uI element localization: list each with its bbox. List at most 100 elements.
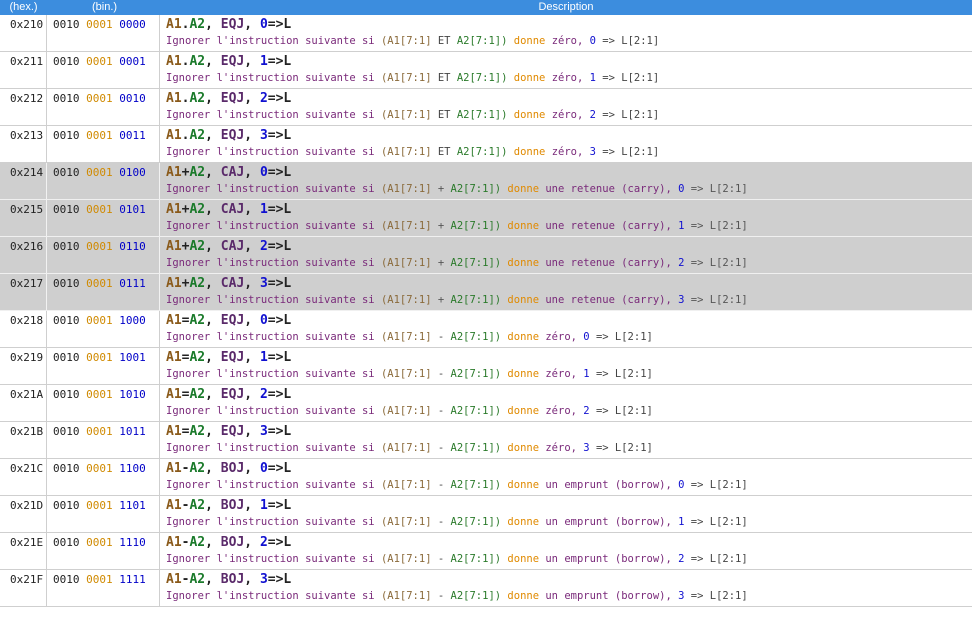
bin-group-low: 0011	[119, 129, 146, 142]
bin-code: 0010 0001 0000	[47, 15, 160, 51]
mnemonic-immediate: 1	[259, 54, 268, 69]
desc-rest: une retenue (carry),	[545, 220, 672, 232]
mnemonic-operand-a2: A2	[189, 387, 206, 402]
desc-a1: (A1[7:1]	[380, 516, 432, 528]
table-row: 0x214 0010 0001 0100 A1+A2, CAJ, 0=>L Ignor…	[0, 163, 972, 200]
mnemonic-immediate: 3	[259, 128, 268, 143]
bin-group-low: 0010	[119, 92, 146, 105]
mnemonic-opcode: EQJ	[220, 424, 245, 439]
description-text: Ignorer l'instruction suivante si (A1[7:…	[166, 552, 972, 567]
mnemonic: A1-A2, BOJ, 3=>L	[166, 572, 292, 587]
desc-a1: (A1[7:1]	[380, 331, 432, 343]
desc-a1: (A1[7:1]	[380, 257, 432, 269]
desc-keyword: donne	[513, 146, 546, 158]
table-row: 0x211 0010 0001 0001 A1.A2, EQJ, 1=>L Ignor…	[0, 52, 972, 89]
mnemonic-operand-a1: A1	[166, 276, 182, 291]
desc-number: 3	[678, 590, 685, 602]
bin-group-mid: 0001	[86, 462, 113, 475]
desc-number: 2	[583, 405, 590, 417]
desc-number: 2	[589, 109, 596, 121]
mnemonic-opcode: EQJ	[220, 350, 245, 365]
bin-group-mid: 0001	[86, 92, 113, 105]
mnemonic: A1+A2, CAJ, 3=>L	[166, 276, 292, 291]
description-text: Ignorer l'instruction suivante si (A1[7:…	[166, 515, 972, 530]
desc-a2: A2[7:1])	[450, 331, 502, 343]
desc-number: 2	[678, 257, 685, 269]
description-cell: A1+A2, CAJ, 0=>L Ignorer l'instruction su…	[160, 163, 972, 199]
bin-group-low: 1001	[119, 351, 146, 364]
mnemonic: A1+A2, CAJ, 0=>L	[166, 165, 292, 180]
bin-group-low: 0001	[119, 55, 146, 68]
description-cell: A1=A2, EQJ, 0=>L Ignorer l'instruction su…	[160, 311, 972, 347]
header-hex: (hex.)	[9, 1, 38, 13]
description-cell: A1+A2, CAJ, 3=>L Ignorer l'instruction su…	[160, 274, 972, 310]
table-row: 0x218 0010 0001 1000 A1=A2, EQJ, 0=>L Ignor…	[0, 311, 972, 348]
mnemonic-opcode: EQJ	[220, 313, 245, 328]
mnemonic-opcode: EQJ	[220, 54, 245, 69]
desc-a2: A2[7:1])	[450, 220, 502, 232]
mnemonic-operand-a1: A1	[166, 461, 182, 476]
desc-operator: -	[437, 405, 445, 417]
mnemonic-operand-a1: A1	[166, 202, 182, 217]
desc-prefix: Ignorer l'instruction suivante si	[166, 553, 375, 565]
desc-rest: une retenue (carry),	[545, 294, 672, 306]
mnemonic-operand-a2: A2	[189, 535, 206, 550]
desc-a1: (A1[7:1]	[380, 442, 432, 454]
bin-code: 0010 0001 1011	[47, 422, 160, 458]
desc-prefix: Ignorer l'instruction suivante si	[166, 72, 375, 84]
desc-prefix: Ignorer l'instruction suivante si	[166, 109, 375, 121]
mnemonic: A1=A2, EQJ, 3=>L	[166, 424, 292, 439]
mnemonic-immediate: 1	[259, 498, 268, 513]
bin-group-high: 0010	[53, 314, 80, 327]
desc-a2: A2[7:1])	[450, 294, 502, 306]
description-cell: A1-A2, BOJ, 0=>L Ignorer l'instruction su…	[160, 459, 972, 495]
desc-keyword: donne	[507, 553, 540, 565]
bin-group-high: 0010	[53, 388, 80, 401]
mnemonic-operand-a2: A2	[189, 498, 206, 513]
desc-tail: => L[2:1]	[690, 257, 748, 269]
desc-rest: zéro,	[545, 442, 577, 454]
desc-rest: une retenue (carry),	[545, 257, 672, 269]
desc-rest: zéro,	[551, 72, 584, 84]
bin-group-mid: 0001	[86, 240, 113, 253]
bin-group-low: 1011	[119, 425, 146, 438]
mnemonic-operand-a1: A1	[166, 350, 182, 365]
table-row: 0x216 0010 0001 0110 A1+A2, CAJ, 2=>L Ignor…	[0, 237, 972, 274]
table-row: 0x213 0010 0001 0011 A1.A2, EQJ, 3=>L Ignor…	[0, 126, 972, 163]
mnemonic-immediate: 3	[259, 276, 268, 291]
table-row: 0x21F 0010 0001 1111 A1-A2, BOJ, 3=>L Ignor…	[0, 570, 972, 607]
bin-group-high: 0010	[53, 129, 80, 142]
bin-group-high: 0010	[53, 462, 80, 475]
hex-code: 0x212	[0, 89, 47, 125]
desc-number: 3	[678, 294, 685, 306]
instruction-table: (hex.) (bin.) Description 0x210 0010 0001…	[0, 0, 972, 607]
desc-tail: => L[2:1]	[602, 109, 660, 121]
desc-operator: -	[437, 553, 445, 565]
bin-group-mid: 0001	[86, 388, 113, 401]
desc-rest: un emprunt (borrow),	[545, 590, 672, 602]
mnemonic-opcode: EQJ	[220, 128, 245, 143]
mnemonic-opcode: CAJ	[220, 165, 245, 180]
description-cell: A1-A2, BOJ, 1=>L Ignorer l'instruction su…	[160, 496, 972, 532]
desc-keyword: donne	[507, 220, 540, 232]
table-row: 0x21B 0010 0001 1011 A1=A2, EQJ, 3=>L Ignor…	[0, 422, 972, 459]
desc-operator: -	[437, 368, 445, 380]
desc-number: 0	[583, 331, 590, 343]
mnemonic-immediate: 2	[259, 535, 268, 550]
desc-prefix: Ignorer l'instruction suivante si	[166, 35, 375, 47]
bin-group-low: 1101	[119, 499, 146, 512]
description-cell: A1-A2, BOJ, 2=>L Ignorer l'instruction su…	[160, 533, 972, 569]
mnemonic: A1+A2, CAJ, 2=>L	[166, 239, 292, 254]
mnemonic-opcode: CAJ	[220, 202, 245, 217]
desc-operator: +	[437, 220, 445, 232]
hex-code: 0x21A	[0, 385, 47, 421]
mnemonic-opcode: EQJ	[220, 91, 245, 106]
mnemonic: A1.A2, EQJ, 3=>L	[166, 128, 292, 143]
bin-code: 0010 0001 1100	[47, 459, 160, 495]
desc-operator: -	[437, 331, 445, 343]
desc-a1: (A1[7:1]	[380, 590, 432, 602]
desc-a1: (A1[7:1]	[380, 146, 432, 158]
desc-operator: ET	[437, 146, 451, 158]
desc-operator: +	[437, 257, 445, 269]
mnemonic: A1=A2, EQJ, 2=>L	[166, 387, 292, 402]
